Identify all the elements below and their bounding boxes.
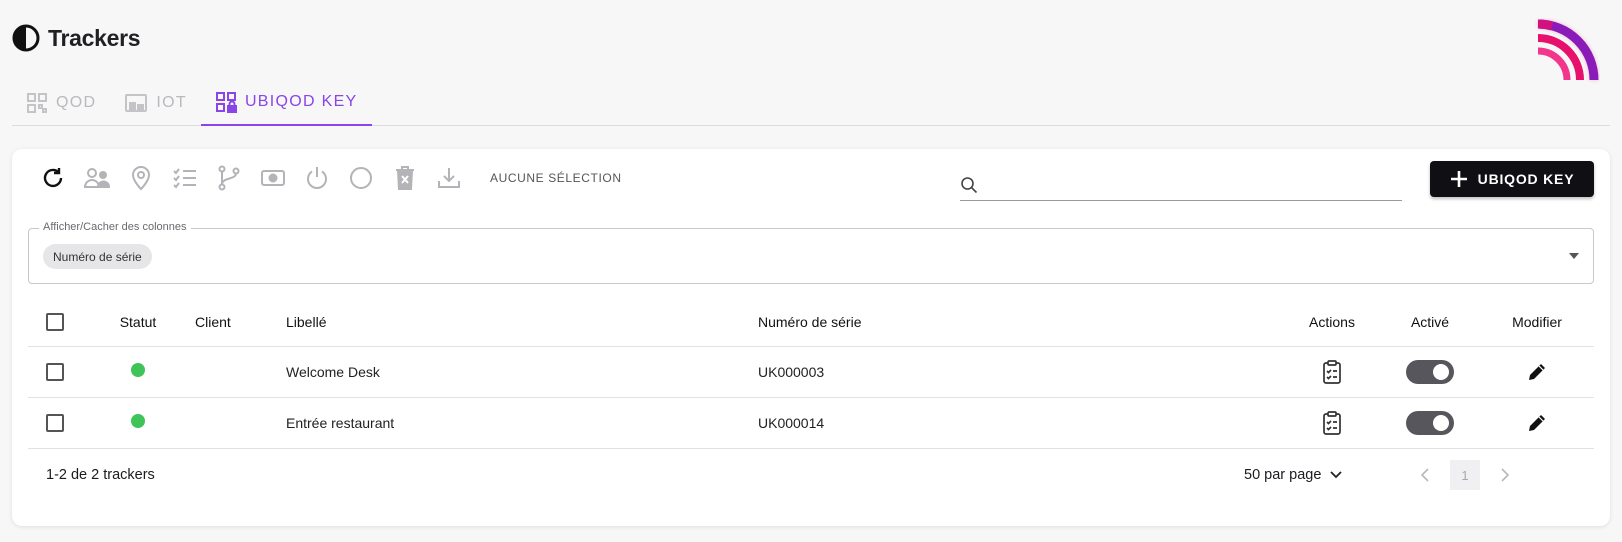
edit-pencil-icon[interactable] — [1526, 412, 1548, 434]
pagination: 1 — [1410, 460, 1520, 490]
tab-label: IOT — [156, 93, 187, 111]
clipboard-checklist-icon[interactable] — [1322, 359, 1342, 385]
device-icon — [125, 93, 148, 112]
refresh-icon — [43, 168, 63, 188]
page-number-button[interactable]: 1 — [1450, 460, 1480, 490]
cell-serial: UK000014 — [758, 397, 1284, 449]
cell-label: Entrée restaurant — [281, 397, 758, 449]
col-header-edit: Modifier — [1480, 298, 1594, 347]
chevron-right-icon — [1501, 468, 1510, 482]
power-icon — [307, 167, 327, 189]
refresh-button[interactable] — [38, 163, 68, 193]
column-picker-legend: Afficher/Cacher des colonnes — [39, 221, 191, 233]
add-button-label: UBIQOD KEY — [1477, 171, 1575, 187]
status-indicator — [131, 414, 145, 428]
tab-label: UBIQOD KEY — [244, 93, 358, 110]
row-checkbox[interactable] — [46, 413, 64, 432]
col-header-client[interactable]: Client — [190, 298, 281, 347]
add-ubiqod-key-button[interactable]: UBIQOD KEY — [1430, 161, 1594, 197]
cell-label: Welcome Desk — [281, 346, 758, 398]
dropdown-arrow-icon[interactable] — [1569, 253, 1579, 259]
page-title: Trackers — [48, 24, 141, 51]
half-circle-icon — [12, 24, 40, 52]
delete-button[interactable] — [390, 163, 420, 193]
chevron-left-icon — [1420, 468, 1429, 482]
checklist-icon — [173, 168, 196, 189]
power-button[interactable] — [302, 163, 332, 193]
tab-iot[interactable]: IOT — [110, 80, 201, 125]
assign-users-icon — [83, 168, 111, 188]
search-icon — [961, 176, 978, 193]
column-chip[interactable]: Numéro de série — [43, 244, 152, 269]
selection-status: AUCUNE SÉLECTION — [490, 171, 622, 185]
col-header-actions: Actions — [1284, 298, 1380, 347]
cell-serial: UK000003 — [758, 346, 1284, 398]
circle-icon — [350, 167, 372, 189]
prev-page-button[interactable] — [1410, 460, 1440, 490]
checklist-button[interactable] — [170, 163, 200, 193]
table-header-row: Statut Client Libellé Numéro de série Ac… — [28, 298, 1594, 347]
tab-label: QOD — [56, 93, 97, 111]
location-button[interactable] — [126, 163, 156, 193]
plus-icon — [1450, 171, 1467, 187]
col-header-status[interactable]: Statut — [86, 298, 190, 347]
payment-button[interactable] — [258, 163, 288, 193]
cell-client — [190, 346, 281, 398]
per-page-label: 50 par page — [1244, 467, 1322, 483]
active-toggle[interactable] — [1406, 359, 1454, 384]
download-button[interactable] — [434, 163, 464, 193]
rows-per-page-select[interactable]: 50 par page — [1244, 467, 1343, 483]
chevron-down-icon — [1330, 471, 1343, 479]
column-visibility-select[interactable]: Afficher/Cacher des colonnes Numéro de s… — [28, 221, 1594, 284]
signal-arcs-logo — [1537, 19, 1599, 81]
location-icon — [131, 166, 151, 191]
pagination-count: 1-2 de 2 trackers — [46, 467, 155, 483]
trackers-card: AUCUNE SÉLECTION UBIQOD KEY Afficher/Cac… — [12, 149, 1610, 526]
download-icon — [438, 168, 460, 188]
qr-code-icon — [27, 92, 47, 113]
search-input[interactable] — [984, 170, 1402, 199]
tab-ubiqod-key[interactable]: UBIQOD KEY — [200, 80, 372, 126]
col-header-label[interactable]: Libellé — [281, 298, 758, 347]
delete-icon — [396, 166, 414, 190]
cell-client — [190, 397, 281, 449]
select-all-checkbox[interactable] — [46, 312, 64, 331]
qr-lock-icon — [215, 92, 237, 113]
tab-qod[interactable]: QOD — [12, 80, 110, 125]
assign-users-button[interactable] — [82, 163, 112, 193]
next-page-button[interactable] — [1490, 460, 1520, 490]
table-row: Entrée restaurant UK000014 — [28, 397, 1594, 449]
branch-button[interactable] — [214, 163, 244, 193]
row-checkbox[interactable] — [46, 362, 64, 381]
col-header-active: Activé — [1380, 298, 1480, 347]
circle-button[interactable] — [346, 163, 376, 193]
toolbar: AUCUNE SÉLECTION — [38, 163, 622, 193]
col-header-serial[interactable]: Numéro de série — [758, 298, 1284, 347]
page-header: Trackers — [12, 24, 141, 52]
status-indicator — [131, 363, 145, 377]
table-row: Welcome Desk UK000003 — [28, 346, 1594, 398]
edit-pencil-icon[interactable] — [1526, 361, 1548, 383]
trackers-table: Statut Client Libellé Numéro de série Ac… — [28, 298, 1594, 449]
tab-bar: QOD IOT UBIQOD KEY — [12, 80, 1610, 126]
search-field — [960, 169, 1402, 201]
clipboard-checklist-icon[interactable] — [1322, 410, 1342, 436]
active-toggle[interactable] — [1406, 410, 1454, 435]
payment-icon — [261, 170, 285, 186]
branch-icon — [218, 165, 240, 191]
